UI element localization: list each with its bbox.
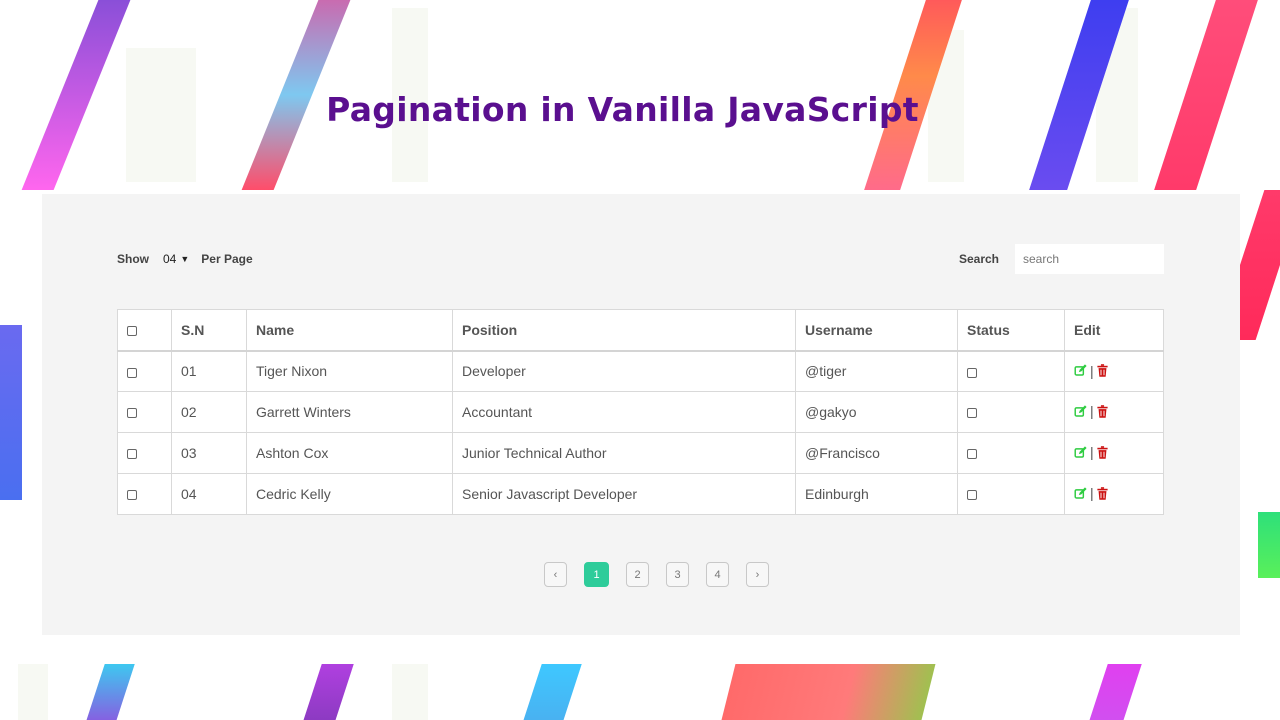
header-status: Status <box>957 309 1065 352</box>
per-page-value: 04 <box>163 252 177 266</box>
edit-separator: | <box>1090 485 1094 502</box>
per-page-select[interactable]: 04 ▼ <box>163 252 189 266</box>
row-checkbox[interactable] <box>127 367 137 378</box>
trash-icon[interactable] <box>1097 364 1108 380</box>
data-table: S.N Name Position Username Status Edit 0… <box>117 309 1164 515</box>
status-checkbox[interactable] <box>967 449 977 460</box>
cell-username: Edinburgh <box>795 473 958 515</box>
per-page-label: Per Page <box>201 252 253 266</box>
cell-status <box>957 432 1065 474</box>
pagination: ‹ 1 2 3 4 › <box>544 562 786 587</box>
table-row: 02 Garrett Winters Accountant @gakyo | <box>117 391 1164 433</box>
cell-username: @tiger <box>795 350 958 392</box>
page-title: Pagination in Vanilla JavaScript <box>326 90 919 129</box>
row-select-cell <box>117 473 172 515</box>
trash-icon[interactable] <box>1097 486 1108 503</box>
cell-sn: 02 <box>171 391 247 433</box>
cell-edit: | <box>1064 391 1164 433</box>
cell-username: @gakyo <box>795 391 958 433</box>
header-select-all <box>117 309 172 352</box>
table-header-row: S.N Name Position Username Status Edit <box>117 309 1164 352</box>
cell-status <box>957 391 1065 433</box>
cell-name: Ashton Cox <box>246 432 453 474</box>
trash-icon[interactable] <box>1097 404 1108 421</box>
page-button-4[interactable]: 4 <box>706 562 729 587</box>
header-name: Name <box>246 309 453 352</box>
cell-name: Cedric Kelly <box>246 473 453 515</box>
prev-page-button[interactable]: ‹ <box>544 562 567 587</box>
cell-sn: 04 <box>171 473 247 515</box>
table-row: 04 Cedric Kelly Senior Javascript Develo… <box>117 473 1164 515</box>
cell-edit: | <box>1064 473 1164 515</box>
header-username: Username <box>795 309 958 352</box>
edit-separator: | <box>1090 444 1094 461</box>
cell-name: Tiger Nixon <box>246 350 453 392</box>
cell-edit: | <box>1064 350 1164 392</box>
cell-position: Developer <box>452 350 796 392</box>
edit-separator: | <box>1090 403 1094 420</box>
cell-status <box>957 350 1065 392</box>
next-page-button[interactable]: › <box>746 562 769 587</box>
header-sn: S.N <box>171 309 247 352</box>
status-checkbox[interactable] <box>967 408 977 419</box>
cell-username: @Francisco <box>795 432 958 474</box>
row-select-cell <box>117 391 172 433</box>
edit-icon[interactable] <box>1074 446 1087 462</box>
edit-icon[interactable] <box>1074 487 1087 503</box>
cell-position: Junior Technical Author <box>452 432 796 474</box>
row-select-cell <box>117 432 172 474</box>
page-button-2[interactable]: 2 <box>626 562 649 587</box>
table-row: 01 Tiger Nixon Developer @tiger | <box>117 350 1164 392</box>
search-control: Search <box>959 244 1164 274</box>
edit-icon[interactable] <box>1074 405 1087 421</box>
cell-position: Accountant <box>452 391 796 433</box>
row-checkbox[interactable] <box>127 449 137 460</box>
chevron-down-icon: ▼ <box>180 254 190 264</box>
cell-status <box>957 473 1065 515</box>
per-page-control: Show 04 ▼ Per Page <box>117 252 253 266</box>
cell-sn: 03 <box>171 432 247 474</box>
trash-icon[interactable] <box>1097 445 1108 462</box>
select-all-checkbox[interactable] <box>127 326 137 337</box>
row-checkbox[interactable] <box>127 490 137 501</box>
edit-icon[interactable] <box>1074 364 1087 380</box>
row-checkbox[interactable] <box>127 408 137 419</box>
status-checkbox[interactable] <box>967 490 977 501</box>
page-button-3[interactable]: 3 <box>666 562 689 587</box>
header-position: Position <box>452 309 796 352</box>
cell-name: Garrett Winters <box>246 391 453 433</box>
search-input[interactable] <box>1015 244 1164 274</box>
status-checkbox[interactable] <box>967 367 977 378</box>
show-label: Show <box>117 252 149 266</box>
cell-edit: | <box>1064 432 1164 474</box>
row-select-cell <box>117 350 172 392</box>
header-edit: Edit <box>1064 309 1164 352</box>
table-panel: Show 04 ▼ Per Page Search S.N Name Posit… <box>42 194 1240 635</box>
edit-separator: | <box>1090 362 1094 379</box>
cell-sn: 01 <box>171 350 247 392</box>
search-label: Search <box>958 252 999 266</box>
table-row: 03 Ashton Cox Junior Technical Author @F… <box>117 432 1164 474</box>
page-button-1[interactable]: 1 <box>584 562 609 587</box>
cell-position: Senior Javascript Developer <box>452 473 796 515</box>
